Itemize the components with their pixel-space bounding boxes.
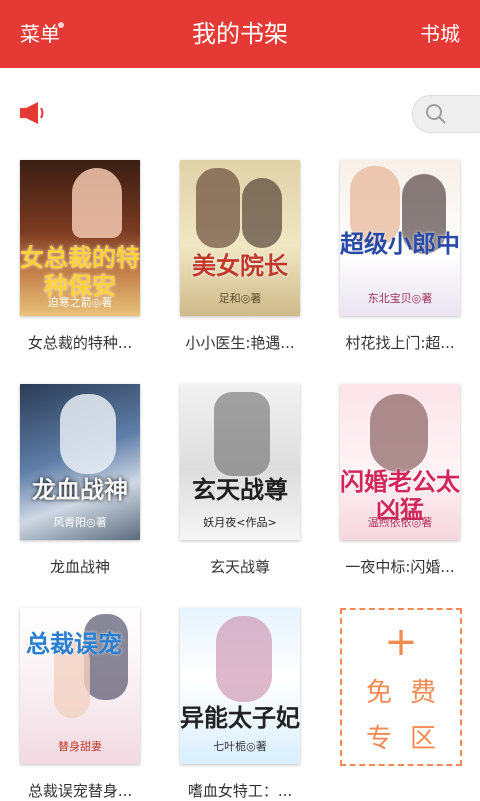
bookstore-button[interactable]: 书城 bbox=[420, 0, 460, 68]
book-cover[interactable]: 女总裁的特种保安 迫寒之箭◎著 bbox=[20, 160, 140, 316]
cover-author: 替身甜妻 bbox=[58, 740, 102, 753]
cover-title: 龙血战神 bbox=[32, 476, 128, 504]
book-title: 嗜血女特工：... bbox=[187, 782, 293, 800]
book-card[interactable]: 女总裁的特种保安 迫寒之箭◎著 女总裁的特种... bbox=[20, 160, 140, 353]
search-icon bbox=[426, 104, 446, 124]
cover-author: 七叶栀◎著 bbox=[213, 740, 267, 753]
free-zone-line1: 免费 bbox=[365, 678, 454, 708]
book-card[interactable]: 闪婚老公太凶猛 温煦依依◎著 一夜中标:闪婚... bbox=[340, 384, 460, 577]
plus-icon: + bbox=[384, 619, 418, 665]
notification-dot bbox=[58, 22, 64, 28]
page-title: 我的书架 bbox=[192, 20, 288, 48]
cover-author: 迫寒之箭◎著 bbox=[47, 296, 113, 309]
cover-author: 温煦依依◎著 bbox=[367, 516, 433, 529]
bookshelf-grid: 女总裁的特种保安 迫寒之箭◎著 女总裁的特种... 美女院长 足和◎著 小小医生… bbox=[0, 160, 480, 800]
cover-author: 足和◎著 bbox=[218, 292, 262, 305]
megaphone-icon[interactable] bbox=[18, 100, 48, 126]
book-title: 村花找上门:超... bbox=[345, 334, 455, 352]
free-zone-line2: 专区 bbox=[365, 724, 454, 754]
book-cover[interactable]: 美女院长 足和◎著 bbox=[180, 160, 300, 316]
cover-title: 超级小郎中 bbox=[340, 230, 460, 258]
toolbar bbox=[0, 68, 480, 156]
free-zone-button[interactable]: + 免费 专区 bbox=[340, 608, 462, 766]
book-title: 小小医生:艳遇... bbox=[185, 334, 295, 352]
book-title: 一夜中标:闪婚... bbox=[345, 558, 455, 576]
book-title: 总裁误宠替身... bbox=[27, 782, 133, 800]
book-card[interactable]: 玄天战尊 妖月夜<作品> 玄天战尊 bbox=[180, 384, 300, 577]
book-cover[interactable]: 龙血战神 风青阳◎著 bbox=[20, 384, 140, 540]
search-button[interactable] bbox=[412, 95, 480, 133]
cover-title: 异能太子妃 bbox=[180, 704, 300, 732]
book-cover[interactable]: 总裁误宠 替身甜妻 bbox=[20, 608, 140, 764]
book-card[interactable]: 超级小郎中 东北宝贝◎著 村花找上门:超... bbox=[340, 160, 460, 353]
book-cover[interactable]: 玄天战尊 妖月夜<作品> bbox=[180, 384, 300, 540]
book-cover[interactable]: 闪婚老公太凶猛 温煦依依◎著 bbox=[340, 384, 460, 540]
cover-title: 女总裁的特种保安 bbox=[20, 244, 140, 300]
cover-title: 总裁误宠 bbox=[26, 630, 122, 658]
cover-title: 玄天战尊 bbox=[192, 476, 288, 504]
cover-title: 美女院长 bbox=[192, 252, 288, 280]
book-card[interactable]: 美女院长 足和◎著 小小医生:艳遇... bbox=[180, 160, 300, 353]
book-card[interactable]: 总裁误宠 替身甜妻 总裁误宠替身... bbox=[20, 608, 140, 801]
book-title: 龙血战神 bbox=[49, 558, 110, 576]
book-card[interactable]: 异能太子妃 七叶栀◎著 嗜血女特工：... bbox=[180, 608, 300, 801]
menu-button[interactable]: 菜单 bbox=[20, 0, 60, 68]
app-header: 菜单 我的书架 书城 bbox=[0, 0, 480, 68]
book-title: 女总裁的特种... bbox=[27, 334, 133, 352]
cover-author: 妖月夜<作品> bbox=[203, 516, 277, 529]
book-title: 玄天战尊 bbox=[209, 558, 270, 576]
book-cover[interactable]: 异能太子妃 七叶栀◎著 bbox=[180, 608, 300, 764]
cover-author: 东北宝贝◎著 bbox=[367, 292, 433, 305]
book-cover[interactable]: 超级小郎中 东北宝贝◎著 bbox=[340, 160, 460, 316]
book-card[interactable]: 龙血战神 风青阳◎著 龙血战神 bbox=[20, 384, 140, 577]
cover-author: 风青阳◎著 bbox=[53, 516, 107, 529]
